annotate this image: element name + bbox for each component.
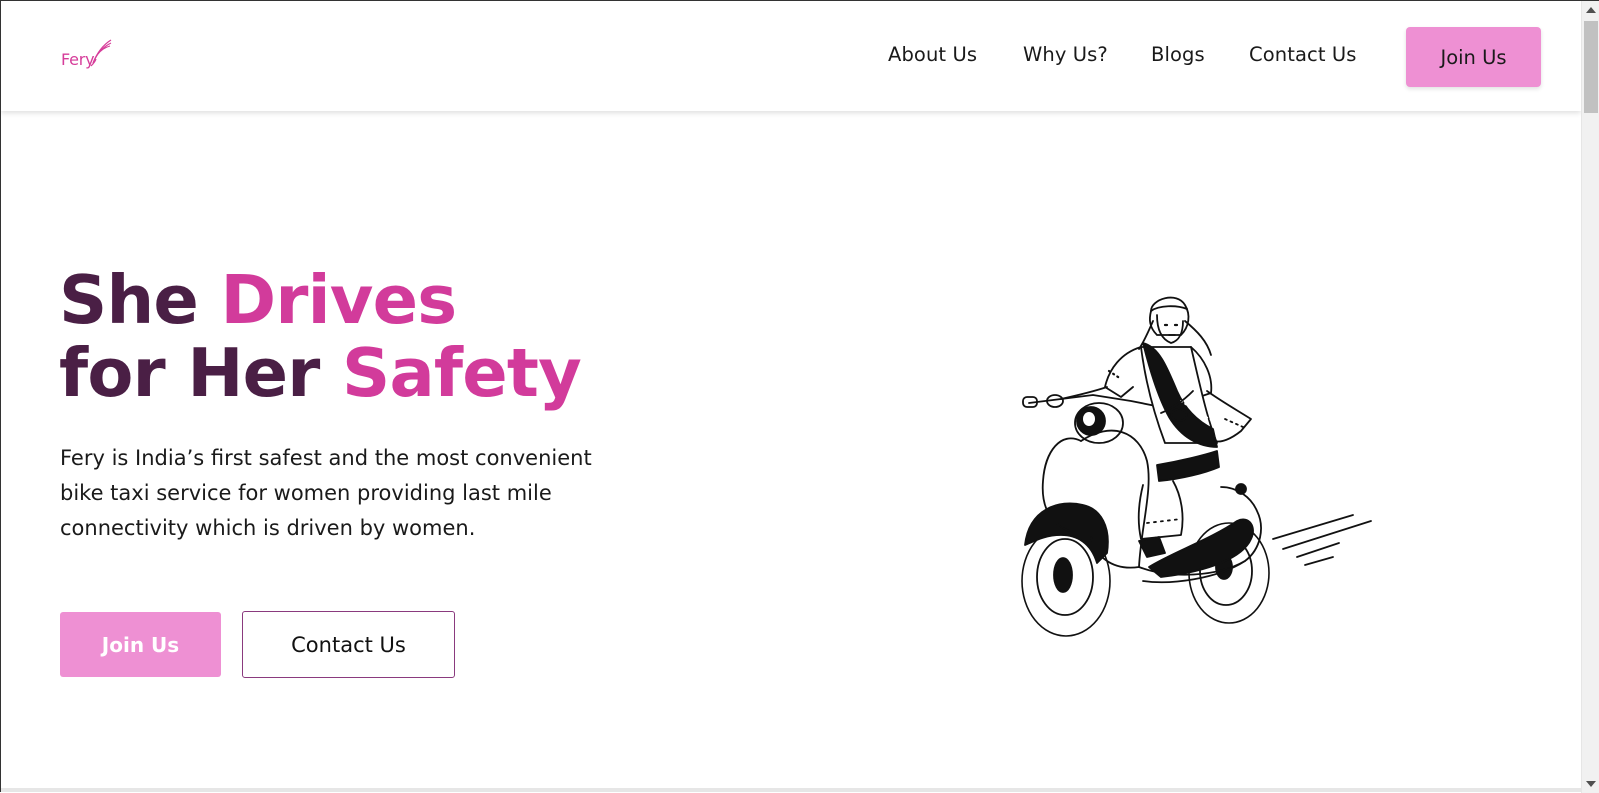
nav-blogs[interactable]: Blogs (1151, 43, 1205, 66)
woman-riding-scooter-illustration (1021, 296, 1372, 637)
headline-drives: Drives (220, 261, 458, 339)
nav-why-us[interactable]: Why Us? (1023, 43, 1108, 66)
scroll-thumb[interactable] (1584, 21, 1598, 113)
headline-she: She (59, 261, 221, 339)
hero-headline-line1: She Drives (59, 267, 457, 334)
headline-safety: Safety (342, 334, 582, 412)
scroll-down-arrow-icon[interactable] (1586, 781, 1596, 787)
horizontal-scrollbar[interactable] (1, 788, 1581, 792)
hero-description: Fery is India’s first safest and the mos… (60, 446, 592, 540)
nav-about-us[interactable]: About Us (888, 43, 977, 66)
nav-join-button[interactable]: Join Us (1406, 27, 1541, 87)
hero-contact-button[interactable]: Contact Us (242, 611, 455, 678)
headline-for-her: for Her (59, 334, 343, 412)
wing-logo-icon (90, 39, 112, 67)
hero-join-button[interactable]: Join Us (60, 612, 221, 677)
browser-frame: Fery About Us Why Us? Blogs Contact Us J… (0, 0, 1599, 793)
page: Fery About Us Why Us? Blogs Contact Us J… (1, 1, 1581, 791)
brand-logo[interactable]: Fery (59, 37, 112, 71)
hero-headline-line2: for Her Safety (59, 340, 582, 407)
navbar: Fery About Us Why Us? Blogs Contact Us J… (1, 1, 1581, 111)
nav-contact-us[interactable]: Contact Us (1249, 43, 1357, 66)
scroll-up-arrow-icon[interactable] (1586, 7, 1596, 13)
vertical-scrollbar[interactable] (1581, 1, 1599, 793)
